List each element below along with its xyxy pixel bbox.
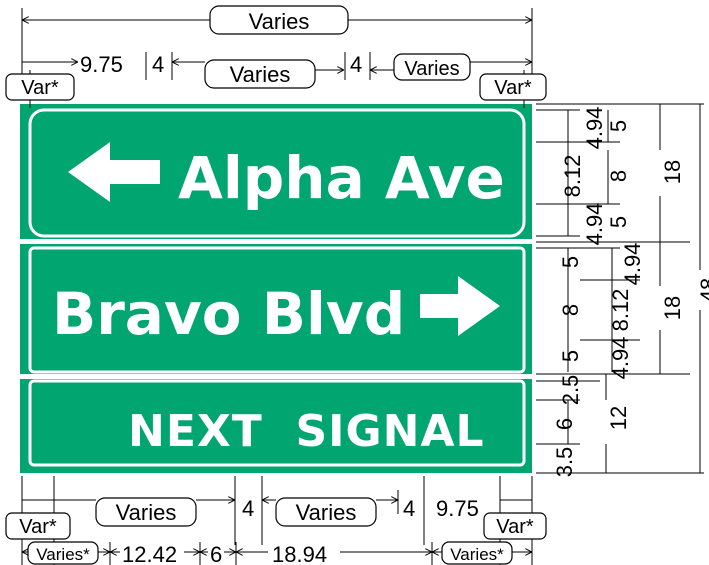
row3-message: NEXT SIGNAL <box>128 406 485 457</box>
r1-mid-8-12: 8.12 <box>560 155 585 198</box>
bottom-varies-star-left: Varies* <box>36 545 90 564</box>
r2-5b: 5 <box>558 350 583 362</box>
top-dimensions: Varies 9.75 4 Varies 4 Varies Var* Var* <box>5 5 547 108</box>
r2-mid-8-12: 8.12 <box>608 289 633 332</box>
bottom-d3: 18.94 <box>272 542 327 565</box>
bottom-left-label: Varies <box>116 500 177 525</box>
sign-separator-1 <box>20 239 532 244</box>
r1-total-18: 18 <box>660 160 685 184</box>
r1-8: 8 <box>606 170 631 182</box>
r2-bot-4-94: 4.94 <box>608 337 633 380</box>
top-right-box-label: Varies <box>404 58 459 80</box>
bottom-dimensions: Varies 4 Varies 4 9.75 Var* Var* Varies*… <box>5 476 547 565</box>
r3-6: 6 <box>552 418 577 430</box>
sign-separator-2 <box>20 374 532 379</box>
top-var-right: Var* <box>494 77 532 99</box>
bottom-gap1: 4 <box>242 496 254 521</box>
r2-8: 8 <box>558 304 583 316</box>
top-middle-label: Varies <box>230 62 291 87</box>
row1-destination: Alpha Ave <box>178 144 505 212</box>
bottom-right-margin: 9.75 <box>436 496 479 521</box>
r2-top-4-94: 4.94 <box>620 243 645 286</box>
bottom-d1: 12.42 <box>122 542 177 565</box>
row2-destination: Bravo Blvd <box>52 280 405 348</box>
r3-3-5: 3.5 <box>552 447 577 478</box>
r1-top-4-94: 4.94 <box>582 107 607 150</box>
bottom-gap2: 4 <box>403 496 415 521</box>
r3-total-12: 12 <box>606 406 631 430</box>
r3-2-5: 2.5 <box>558 375 583 406</box>
sign-diagram: Alpha Ave Bravo Blvd NEXT SIGNAL Varies … <box>5 5 709 565</box>
bottom-var-left: Var* <box>19 516 57 538</box>
right-dimensions: 8.12 4.94 5 8 4.94 5 18 5 8 5 4.94 8.12 … <box>536 103 709 478</box>
r1-bot-4-94: 4.94 <box>582 203 607 246</box>
r2-5a: 5 <box>558 256 583 268</box>
top-gap2: 4 <box>350 52 362 77</box>
top-overall-label: Varies <box>249 9 310 34</box>
top-var-left: Var* <box>21 77 59 99</box>
top-gap1: 4 <box>152 52 164 77</box>
overall-48: 48 <box>696 278 709 302</box>
sign-panel: Alpha Ave Bravo Blvd NEXT SIGNAL <box>20 104 532 473</box>
bottom-varies-star-right: Varies* <box>450 545 504 564</box>
r1-5b: 5 <box>606 216 631 228</box>
bottom-middle-label: Varies <box>296 500 357 525</box>
r1-5a: 5 <box>606 120 631 132</box>
top-left-margin: 9.75 <box>80 52 123 77</box>
r2-total-18: 18 <box>660 296 685 320</box>
bottom-var-right: Var* <box>496 516 534 538</box>
bottom-d2: 6 <box>210 542 222 565</box>
